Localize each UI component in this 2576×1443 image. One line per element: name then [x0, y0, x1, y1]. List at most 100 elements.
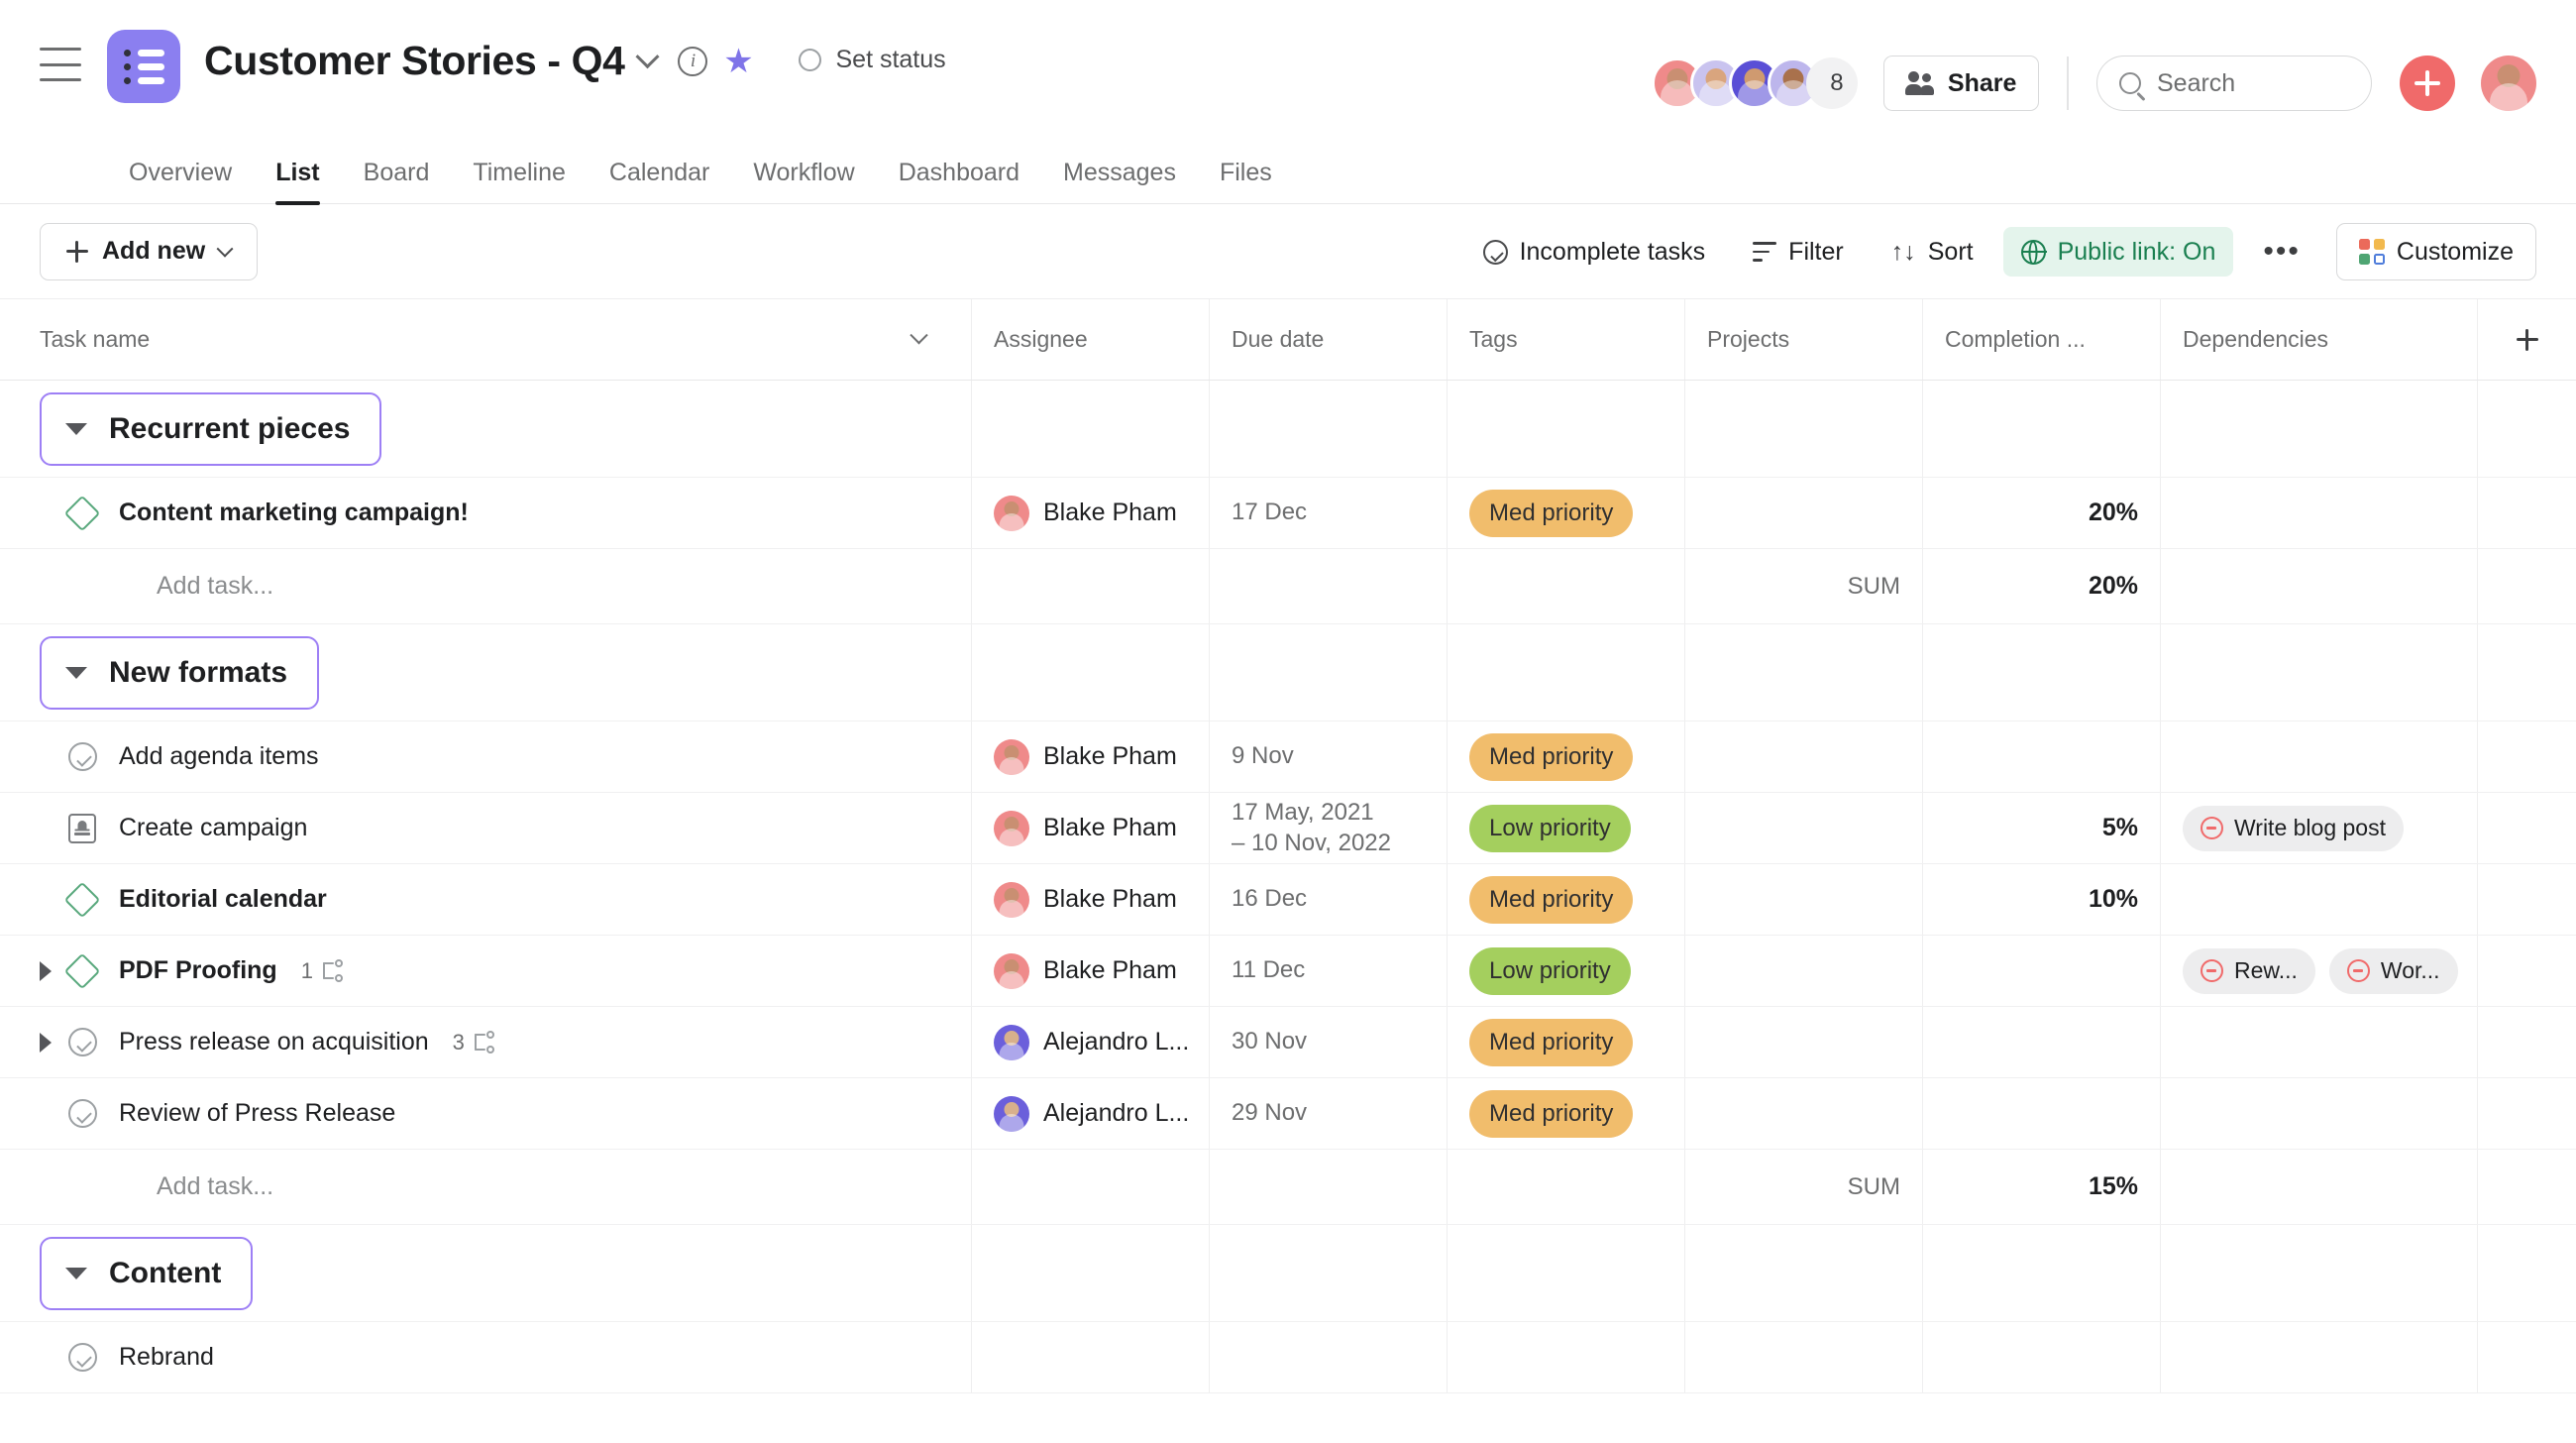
search-input[interactable]: Search	[2096, 56, 2372, 111]
dependencies-cell[interactable]	[2160, 1078, 2477, 1149]
create-button[interactable]	[2400, 56, 2455, 111]
completion-cell[interactable]: 5%	[1922, 793, 2160, 863]
assignee[interactable]: Blake Pham	[994, 953, 1177, 989]
tab-files[interactable]: Files	[1198, 159, 1294, 203]
table-row[interactable]: Content marketing campaign!Blake Pham17 …	[0, 478, 2576, 549]
due-date-cell[interactable]: 17 Dec	[1209, 478, 1447, 548]
table-row[interactable]: Create campaignBlake Pham17 May, 2021– 1…	[0, 793, 2576, 864]
dependencies-cell[interactable]	[2160, 864, 2477, 935]
milestone-diamond-icon[interactable]	[63, 958, 101, 984]
tags-cell[interactable]: Med priority	[1447, 864, 1684, 935]
due-date-cell[interactable]	[1209, 1322, 1447, 1392]
tab-workflow[interactable]: Workflow	[731, 159, 876, 203]
add-task-cell[interactable]: Add task...	[0, 1150, 971, 1224]
column-header-completion[interactable]: Completion ...	[1922, 299, 2160, 380]
tags-cell[interactable]: Med priority	[1447, 1007, 1684, 1077]
dependencies-cell[interactable]	[2160, 1322, 2477, 1392]
due-date-cell[interactable]: 11 Dec	[1209, 936, 1447, 1006]
tab-calendar[interactable]: Calendar	[588, 159, 731, 203]
projects-cell[interactable]	[1684, 478, 1922, 548]
assignee-cell[interactable]: Blake Pham	[971, 722, 1209, 792]
table-row[interactable]: Review of Press Release Alejandro L... 29 …	[0, 1078, 2576, 1150]
column-header-task-name[interactable]: Task name	[0, 299, 971, 380]
section-toggle-recurrent-pieces[interactable]: Recurrent pieces	[40, 392, 381, 466]
incomplete-tasks-button[interactable]: Incomplete tasks	[1465, 227, 1724, 277]
section-toggle-content[interactable]: Content	[40, 1237, 253, 1310]
account-avatar[interactable]	[2481, 56, 2536, 111]
dependency-chip[interactable]: Rew...	[2183, 948, 2315, 994]
projects-cell[interactable]	[1684, 936, 1922, 1006]
add-new-button[interactable]: Add new	[40, 223, 258, 280]
status-badge[interactable]: Med priority	[1469, 490, 1633, 537]
assignee-cell[interactable]: Blake Pham	[971, 936, 1209, 1006]
approval-stamp-icon[interactable]	[63, 814, 101, 843]
tab-board[interactable]: Board	[342, 159, 452, 203]
member-avatar-group[interactable]: 8	[1652, 57, 1858, 109]
assignee-cell[interactable]: Alejandro L...	[971, 1078, 1209, 1149]
task-name-cell[interactable]: Content marketing campaign!	[0, 478, 971, 548]
public-link-button[interactable]: Public link: On	[2003, 227, 2234, 277]
expand-subtasks-icon[interactable]	[40, 1033, 52, 1053]
dependencies-cell[interactable]	[2160, 1007, 2477, 1077]
info-icon[interactable]: i	[670, 39, 715, 84]
projects-cell[interactable]	[1684, 1007, 1922, 1077]
completion-cell[interactable]: 10%	[1922, 864, 2160, 935]
due-date-cell[interactable]: 17 May, 2021– 10 Nov, 2022	[1209, 793, 1447, 863]
status-badge[interactable]: Med priority	[1469, 1019, 1633, 1066]
assignee[interactable]: Blake Pham	[994, 739, 1177, 775]
tab-list[interactable]: List	[254, 159, 341, 203]
share-button[interactable]: Share	[1883, 56, 2039, 111]
projects-cell[interactable]	[1684, 864, 1922, 935]
dependency-chip[interactable]: Wor...	[2329, 948, 2458, 994]
tags-cell[interactable]: Low priority	[1447, 936, 1684, 1006]
column-header-assignee[interactable]: Assignee	[971, 299, 1209, 380]
tab-dashboard[interactable]: Dashboard	[877, 159, 1041, 203]
set-status-button[interactable]: Set status	[799, 46, 945, 74]
column-header-dependencies[interactable]: Dependencies	[2160, 299, 2477, 380]
column-header-projects[interactable]: Projects	[1684, 299, 1922, 380]
due-date-cell[interactable]: 9 Nov	[1209, 722, 1447, 792]
tags-cell[interactable]: Med priority	[1447, 478, 1684, 548]
tags-cell[interactable]: Med priority	[1447, 1078, 1684, 1149]
assignee[interactable]: Blake Pham	[994, 811, 1177, 846]
table-row[interactable]: PDF Proofing1 Blake Pham 11 DecLow priorit…	[0, 936, 2576, 1007]
add-task-row[interactable]: Add task...SUM15%	[0, 1150, 2576, 1225]
table-row[interactable]: Editorial calendarBlake Pham16 DecMed pr…	[0, 864, 2576, 936]
assignee-cell[interactable]: Blake Pham	[971, 478, 1209, 548]
tags-cell[interactable]: Low priority	[1447, 793, 1684, 863]
table-row[interactable]: Press release on acquisition3 Alejandro L…	[0, 1007, 2576, 1078]
due-date-cell[interactable]: 30 Nov	[1209, 1007, 1447, 1077]
due-date-cell[interactable]: 29 Nov	[1209, 1078, 1447, 1149]
add-task-cell[interactable]: Add task...	[0, 549, 971, 623]
table-row[interactable]: Add agenda itemsBlake Pham9 NovMed prior…	[0, 722, 2576, 793]
filter-button[interactable]: Filter	[1735, 227, 1862, 277]
projects-cell[interactable]	[1684, 793, 1922, 863]
dependencies-cell[interactable]: Rew... Wor...	[2160, 936, 2477, 1006]
assignee[interactable]: Blake Pham	[994, 882, 1177, 918]
section-toggle-new-formats[interactable]: New formats	[40, 636, 319, 710]
customize-button[interactable]: Customize	[2336, 223, 2536, 280]
task-name-cell[interactable]: PDF Proofing1	[0, 936, 971, 1006]
assignee-cell[interactable]: Blake Pham	[971, 793, 1209, 863]
tab-messages[interactable]: Messages	[1041, 159, 1198, 203]
assignee[interactable]: Alejandro L...	[994, 1096, 1189, 1132]
task-name-cell[interactable]: Review of Press Release	[0, 1078, 971, 1149]
check-circle-icon[interactable]	[63, 1343, 101, 1372]
dependencies-cell[interactable]	[2160, 478, 2477, 548]
add-task-row[interactable]: Add task...SUM20%	[0, 549, 2576, 624]
projects-cell[interactable]	[1684, 1078, 1922, 1149]
hamburger-menu-icon[interactable]	[40, 48, 81, 81]
task-name-cell[interactable]: Press release on acquisition3	[0, 1007, 971, 1077]
projects-cell[interactable]	[1684, 1322, 1922, 1392]
assignee[interactable]: Alejandro L...	[994, 1025, 1189, 1060]
status-badge[interactable]: Med priority	[1469, 876, 1633, 924]
due-date-cell[interactable]: 16 Dec	[1209, 864, 1447, 935]
add-column-button[interactable]	[2477, 299, 2576, 380]
expand-subtasks-icon[interactable]	[40, 961, 52, 981]
completion-cell[interactable]	[1922, 722, 2160, 792]
completion-cell[interactable]	[1922, 1322, 2160, 1392]
assignee-cell[interactable]: Blake Pham	[971, 864, 1209, 935]
dependencies-cell[interactable]: Write blog post	[2160, 793, 2477, 863]
check-circle-icon[interactable]	[63, 1028, 101, 1056]
assignee-cell[interactable]	[971, 1322, 1209, 1392]
